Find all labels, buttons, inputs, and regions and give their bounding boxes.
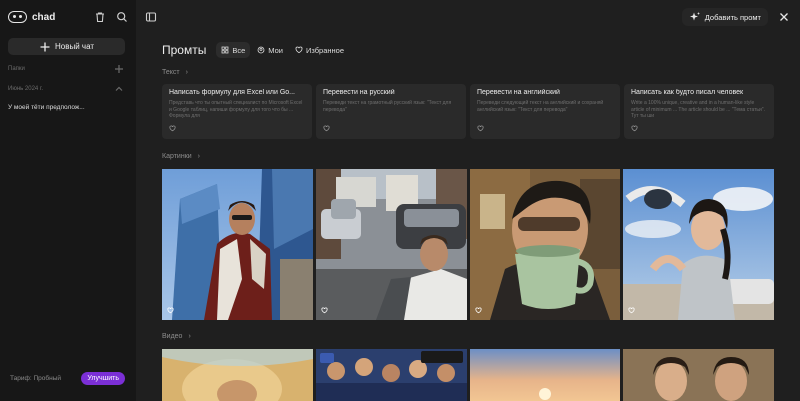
chevron-up-icon[interactable] xyxy=(113,83,125,95)
sidebar: chad Новый чат Папки Июнь 2024 г. У моей… xyxy=(0,0,136,401)
image-prompt-card[interactable] xyxy=(315,169,467,320)
video-prompt-card[interactable] xyxy=(315,349,467,401)
app-logo[interactable]: chad xyxy=(8,11,55,23)
favorite-heart-icon[interactable] xyxy=(323,124,330,135)
sunset-thumbnail xyxy=(469,349,621,401)
woman-sunglasses-image xyxy=(623,169,774,320)
filter-mine[interactable]: Мои xyxy=(252,42,288,58)
upgrade-button[interactable]: Улучшить xyxy=(81,371,125,385)
chat-date-section[interactable]: Июнь 2024 г. xyxy=(8,84,125,94)
image-prompt-card[interactable] xyxy=(623,169,774,320)
prompt-card-title: Перевести на английский xyxy=(477,89,560,96)
plan-bar: Тариф: Пробный Улучшить xyxy=(8,370,125,386)
chad-logo-icon xyxy=(8,11,27,23)
image-prompt-card[interactable] xyxy=(469,169,621,320)
video-prompt-card[interactable] xyxy=(162,349,313,401)
trash-icon[interactable] xyxy=(94,11,106,23)
plus-icon xyxy=(39,41,51,53)
chevron-right-icon: › xyxy=(185,69,188,76)
section-text-label: Текст xyxy=(162,69,180,76)
prompt-card-title: Перевести на русский xyxy=(323,89,395,96)
text-prompts-row: Написать формулу для Excel или Go... Пре… xyxy=(162,84,774,139)
sidebar-header: chad xyxy=(8,9,128,25)
prompt-card-title: Написать как будто писал человек xyxy=(631,89,744,96)
filter-all[interactable]: Все xyxy=(216,42,251,58)
filter-mine-label: Мои xyxy=(268,45,283,55)
section-video-label: Видео xyxy=(162,333,183,340)
heart-icon xyxy=(295,46,303,54)
plan-label: Тариф: Пробный xyxy=(10,374,62,382)
favorite-heart-icon[interactable] xyxy=(321,306,328,317)
page-title: Промты xyxy=(162,43,207,57)
search-icon[interactable] xyxy=(116,11,128,23)
image-prompts-row xyxy=(162,169,774,320)
chevron-right-icon: › xyxy=(197,153,201,160)
prompt-card-title: Написать формулу для Excel или Go... xyxy=(169,89,295,96)
prompt-card-desc: Переведи текст на грамотный русский язык… xyxy=(323,100,452,113)
prompt-card[interactable]: Перевести на русский Переведи текст на г… xyxy=(316,84,466,139)
man-skyscrapers-image xyxy=(162,169,313,320)
new-chat-button[interactable]: Новый чат xyxy=(8,38,125,55)
prompt-card[interactable]: Написать формулу для Excel или Go... Пре… xyxy=(162,84,312,139)
folders-label: Папки xyxy=(8,66,25,72)
prompt-card-desc: Представь что ты опытный специалист по M… xyxy=(169,100,303,119)
crowd-stadium-thumbnail xyxy=(315,349,467,401)
prompts-header: Промты Все Мои Избранное xyxy=(162,42,351,58)
chat-list-item[interactable]: У моей тёти предполож... xyxy=(8,104,125,114)
video-prompt-card[interactable] xyxy=(469,349,621,401)
folders-section: Папки xyxy=(8,64,125,74)
filter-all-label: Все xyxy=(232,45,246,55)
section-images-header[interactable]: Картинки › xyxy=(162,153,200,160)
favorite-heart-icon[interactable] xyxy=(628,306,635,317)
filter-favorites-label: Избранное xyxy=(305,45,344,55)
sidebar-toggle-icon[interactable] xyxy=(145,11,157,23)
prompt-card-desc: Write a 100% unique, creative and in a h… xyxy=(631,100,765,119)
underwater-face-thumbnail xyxy=(162,349,313,401)
prompt-card[interactable]: Перевести на английский Переведи следующ… xyxy=(470,84,620,139)
favorite-heart-icon[interactable] xyxy=(474,306,482,317)
user-icon xyxy=(257,46,265,54)
section-images-label: Картинки xyxy=(162,153,192,160)
video-prompt-card[interactable] xyxy=(623,349,774,401)
man-drinking-cup-image xyxy=(469,169,621,320)
favorite-heart-icon[interactable] xyxy=(631,124,638,135)
close-icon[interactable] xyxy=(778,11,790,23)
man-traffic-image xyxy=(315,169,467,320)
two-people-portrait-thumbnail xyxy=(623,349,774,401)
app-name: chad xyxy=(32,11,56,23)
favorite-heart-icon[interactable] xyxy=(477,124,484,135)
section-video-header[interactable]: Видео › xyxy=(162,333,191,340)
add-folder-icon[interactable] xyxy=(113,63,125,75)
prompt-card-desc: Переведи следующий текст на английский и… xyxy=(477,100,604,113)
favorite-heart-icon[interactable] xyxy=(167,306,174,317)
video-prompts-row xyxy=(162,349,774,401)
section-text-header[interactable]: Текст › xyxy=(162,69,188,76)
chat-date-label: Июнь 2024 г. xyxy=(8,86,44,92)
chevron-right-icon: › xyxy=(188,333,191,340)
prompt-card[interactable]: Написать как будто писал человек Write a… xyxy=(624,84,774,139)
new-chat-label: Новый чат xyxy=(54,42,95,51)
favorite-heart-icon[interactable] xyxy=(169,124,176,135)
image-prompt-card[interactable] xyxy=(162,169,313,320)
grid-icon xyxy=(221,46,229,54)
prompts-main: Промты Все Мои Избранное Текст › Написат… xyxy=(162,0,774,401)
filter-favorites[interactable]: Избранное xyxy=(290,42,349,58)
